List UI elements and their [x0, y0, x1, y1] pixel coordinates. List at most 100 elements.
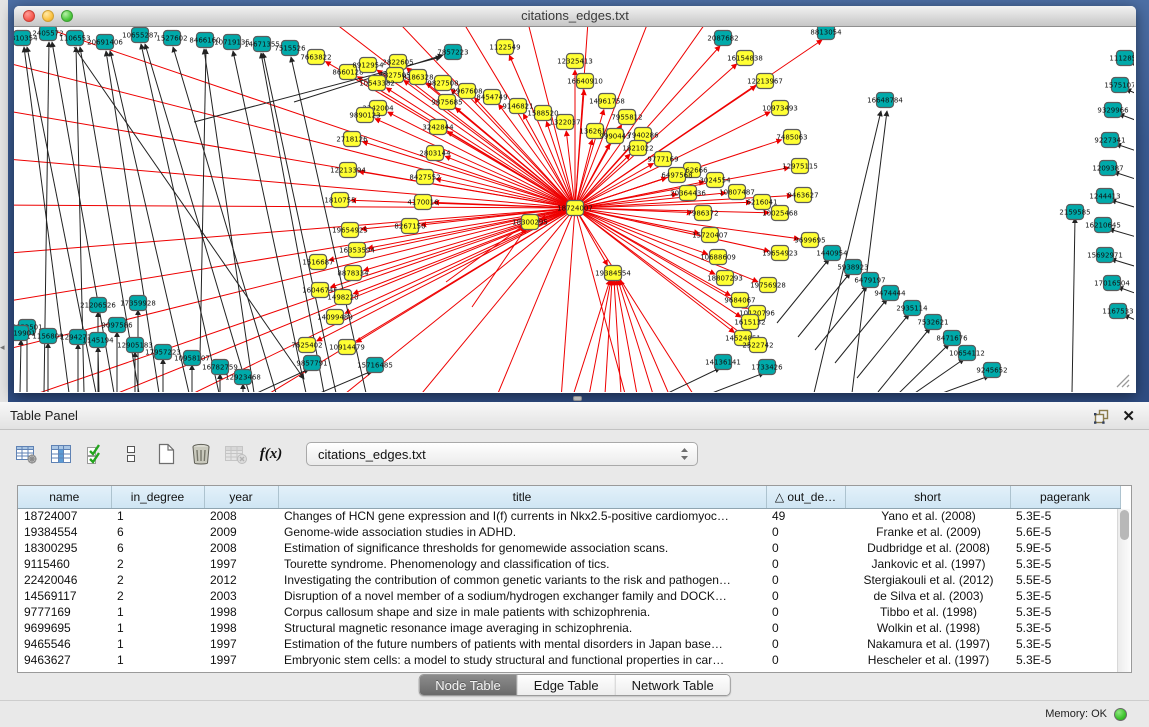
table-options-button[interactable] [14, 442, 38, 466]
column-header-out_degree[interactable]: △ out_de… [766, 486, 845, 508]
table-row[interactable]: 946362711997Embryonic stem cells: a mode… [18, 652, 1120, 668]
graph-node-label: 10655287 [122, 31, 158, 39]
table-cell-in_degree: 1 [111, 620, 204, 636]
window-resize-grip-icon[interactable] [1114, 372, 1130, 388]
column-header-pagerank[interactable]: pagerank [1010, 486, 1120, 508]
collapse-panel-arrow-icon[interactable]: ◂ [0, 342, 5, 353]
graph-edge [1111, 259, 1134, 272]
tab-edge-table[interactable]: Edge Table [518, 675, 616, 695]
destroy-table-button-disabled [224, 442, 248, 466]
memory-status-indicator[interactable] [1114, 708, 1127, 721]
table-cell-year: 1998 [204, 604, 278, 620]
graph-node-label: 9857791 [296, 359, 327, 367]
tab-node-table[interactable]: Node Table [419, 675, 518, 695]
graph-edge [559, 208, 575, 392]
table-row[interactable]: 1456911722003Disruption of a novel membe… [18, 588, 1120, 604]
column-header-name[interactable]: name [18, 486, 111, 508]
column-header-title[interactable]: title [278, 486, 766, 508]
graph-edge [173, 47, 276, 392]
graph-node-label: 8878334 [337, 269, 369, 277]
graph-node-label: 8471676 [936, 334, 968, 342]
network-view[interactable]: 7663822866012889129542822605182750510543… [14, 27, 1134, 392]
graph-node-label: 9890123 [349, 111, 380, 119]
table-cell-name: 18724007 [18, 508, 111, 524]
column-header-year[interactable]: year [204, 486, 278, 508]
table-cell-in_degree: 1 [111, 652, 204, 668]
panel-splitter-handle[interactable] [573, 396, 582, 401]
table-row[interactable]: 977716911998Corpus callosum shape and si… [18, 604, 1120, 620]
function-builder-button[interactable]: f(x) [259, 442, 283, 466]
close-window-button[interactable] [23, 10, 35, 22]
window-titlebar[interactable]: citations_edges.txt [14, 6, 1136, 27]
table-row[interactable]: 2242004622012Investigating the contribut… [18, 572, 1120, 588]
graph-node-label: 6497568 [661, 171, 692, 179]
left-edge-strip: ◂ [0, 0, 8, 402]
attribute-table[interactable]: namein_degreeyeartitle△ out_de…shortpage… [18, 486, 1121, 668]
graph-node-label: 6479197 [854, 276, 885, 284]
graph-edge [575, 208, 634, 392]
graph-node-label: 12923468 [225, 373, 261, 381]
graph-edge [668, 368, 720, 392]
graph-edge [878, 328, 930, 392]
graph-node-label: 10654112 [949, 349, 985, 357]
table-cell-name: 9465546 [18, 636, 111, 652]
graph-node-label: 16648784 [867, 96, 903, 104]
table-panel: Table Panel ✕ [0, 402, 1149, 727]
table-row[interactable]: 911546021997Tourette syndrome. Phenomeno… [18, 556, 1120, 572]
table-cell-title: Estimation of the future numbers of pati… [278, 636, 766, 652]
table-row[interactable]: 946554611997Estimation of the future num… [18, 636, 1120, 652]
table-cell-out_degree: 0 [766, 524, 845, 540]
graph-node-label: 16210645 [1085, 221, 1121, 229]
graph-node-label: 1209387 [1092, 164, 1123, 172]
table-row[interactable]: 1938455462009Genome-wide association stu… [18, 524, 1120, 540]
network-canvas[interactable]: 7663822866012889129542822605182750510543… [14, 27, 1134, 392]
memory-status-label: Memory: OK [1045, 708, 1107, 720]
table-scrollbar-thumb[interactable] [1120, 510, 1129, 540]
column-header-in_degree[interactable]: in_degree [111, 486, 204, 508]
close-panel-icon[interactable]: ✕ [1122, 409, 1135, 424]
minimize-window-button[interactable] [42, 10, 54, 22]
table-row[interactable]: 1830029562008Estimation of significance … [18, 540, 1120, 556]
table-row[interactable]: 969969511998Structural magnetic resonanc… [18, 620, 1120, 636]
table-cell-pagerank: 5.3E-5 [1010, 588, 1120, 604]
new-table-button[interactable] [154, 442, 178, 466]
graph-node-label: 3024554 [699, 176, 731, 184]
graph-node-label: 10025468 [762, 209, 798, 217]
clear-selection-button[interactable] [119, 442, 143, 466]
graph-edge [835, 299, 887, 363]
graph-node-label: 7986372 [687, 209, 718, 217]
table-selector[interactable]: citations_edges.txt [306, 442, 698, 466]
graph-edge [320, 371, 372, 392]
table-cell-title: Investigating the contribution of common… [278, 572, 766, 588]
float-panel-icon[interactable] [1094, 409, 1110, 424]
graph-edge [447, 132, 575, 208]
graph-node-label: 7857223 [437, 48, 468, 56]
node-table: namein_degreeyeartitle△ out_de…shortpage… [17, 485, 1132, 673]
tab-network-table[interactable]: Network Table [616, 675, 730, 695]
graph-node-label: 1106553 [59, 34, 90, 42]
delete-table-button[interactable] [189, 442, 213, 466]
table-cell-out_degree: 0 [766, 604, 845, 620]
graph-edge [712, 373, 764, 392]
table-cell-name: 9115460 [18, 556, 111, 572]
network-window[interactable]: citations_edges.txt 76638228660128891295… [14, 6, 1136, 393]
maximize-window-button[interactable] [61, 10, 73, 22]
graph-node-label: 9245652 [976, 366, 1007, 374]
table-cell-out_degree: 0 [766, 556, 845, 572]
select-all-button[interactable] [84, 442, 108, 466]
show-columns-button[interactable] [49, 442, 73, 466]
table-cell-short: Wolkin et al. (1998) [845, 620, 1010, 636]
table-row[interactable]: 1872400712008Changes of HCN gene express… [18, 508, 1120, 524]
column-header-short[interactable]: short [845, 486, 1010, 508]
graph-edge [857, 314, 909, 378]
table-type-tabs: Node TableEdge TableNetwork Table [418, 674, 731, 696]
graph-node-label: 7625402 [291, 341, 322, 349]
table-scrollbar[interactable] [1117, 509, 1130, 673]
graph-node-label: 2822605 [382, 58, 413, 66]
table-cell-short: Jankovic et al. (1997) [845, 556, 1010, 572]
graph-node-label: 15716485 [357, 361, 393, 369]
graph-node-label: 1122549 [489, 43, 520, 51]
graph-node-label: 2935114 [896, 304, 928, 312]
graph-node-label: 8267150 [394, 222, 425, 230]
table-cell-name: 14569117 [18, 588, 111, 604]
